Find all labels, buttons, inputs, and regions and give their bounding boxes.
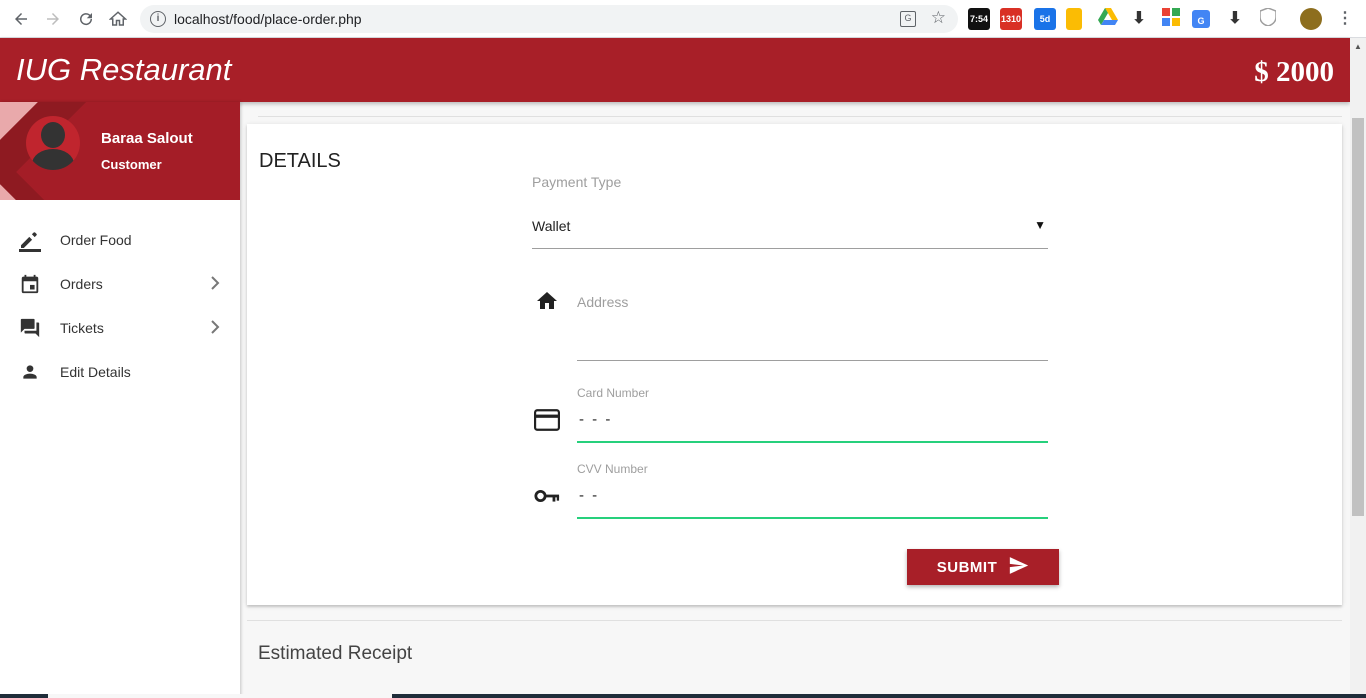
person-icon xyxy=(18,360,42,384)
sidebar-item-label: Orders xyxy=(60,276,103,292)
sidebar-item-tickets[interactable]: Tickets xyxy=(0,306,240,350)
send-icon xyxy=(1009,556,1029,578)
sidebar-item-label: Edit Details xyxy=(60,364,131,380)
sidebar-menu: Order Food Orders Tickets Edit Details xyxy=(0,218,240,394)
sidebar-item-label: Order Food xyxy=(60,232,132,248)
app-header: IUG Restaurant $ 2000 xyxy=(0,38,1350,102)
wallet-balance: $ 2000 xyxy=(1254,56,1334,88)
reload-icon[interactable] xyxy=(75,8,97,30)
avatar[interactable] xyxy=(26,116,80,170)
translate-icon[interactable]: G xyxy=(900,11,916,27)
payment-type-label: Payment Type xyxy=(532,174,622,190)
submit-button[interactable]: SUBMIT xyxy=(907,549,1059,585)
submit-label: SUBMIT xyxy=(936,558,998,576)
card-number-label: Card Number xyxy=(577,386,650,400)
payment-type-value: Wallet xyxy=(532,218,571,234)
address-label: Address xyxy=(577,294,629,310)
download-extension-icon[interactable]: ⬇ xyxy=(1128,8,1150,30)
details-title: DETAILS xyxy=(259,150,341,172)
keep-extension-icon[interactable] xyxy=(1066,8,1082,30)
chevron-right-icon xyxy=(210,276,220,293)
home-icon xyxy=(534,288,560,314)
sidebar: Baraa Salout Customer Order Food Orders … xyxy=(0,102,240,698)
translate-extension-icon[interactable]: G xyxy=(1192,10,1210,28)
sidebar-item-edit-details[interactable]: Edit Details xyxy=(0,350,240,394)
home-icon[interactable] xyxy=(107,8,129,30)
address-underline xyxy=(577,360,1048,361)
app-title[interactable]: IUG Restaurant xyxy=(16,52,231,88)
profile-avatar[interactable] xyxy=(1300,8,1322,30)
divider xyxy=(247,620,1342,621)
scrollbar-thumb[interactable] xyxy=(1352,118,1364,516)
forum-icon xyxy=(18,316,42,340)
chevron-right-icon xyxy=(210,320,220,337)
credit-card-icon xyxy=(534,407,560,433)
divider xyxy=(258,116,1342,117)
address-bar[interactable]: i localhost/food/place-order.php G ☆ xyxy=(140,5,958,33)
cvv-label: CVV Number xyxy=(577,462,648,476)
caret-down-icon: ▼ xyxy=(1034,218,1046,232)
calendar-extension-icon[interactable]: 5d xyxy=(1034,8,1056,30)
browser-toolbar: i localhost/food/place-order.php G ☆ 7:5… xyxy=(0,0,1366,38)
gmail-extension-icon[interactable]: 1310 xyxy=(1000,8,1022,30)
details-card: DETAILS Payment Type Wallet ▼ Address Ca… xyxy=(247,124,1342,605)
shield-extension-icon[interactable] xyxy=(1257,7,1279,30)
card-number-input[interactable]: - - - xyxy=(579,411,612,428)
drive-extension-icon[interactable] xyxy=(1097,8,1119,30)
user-name[interactable]: Baraa Salout xyxy=(101,130,193,147)
sidebar-item-orders[interactable]: Orders xyxy=(0,262,240,306)
sidebar-item-order-food[interactable]: Order Food xyxy=(0,218,240,262)
key-icon xyxy=(534,483,560,509)
taskbar-edge xyxy=(0,694,1366,698)
download2-extension-icon[interactable]: ⬇ xyxy=(1224,8,1246,30)
pencil-icon xyxy=(18,228,42,252)
info-icon[interactable]: i xyxy=(150,11,166,27)
card-number-underline xyxy=(577,441,1048,443)
back-icon[interactable] xyxy=(10,8,32,30)
url-text: localhost/food/place-order.php xyxy=(174,11,362,27)
cvv-underline xyxy=(577,517,1048,519)
clock-extension-icon[interactable]: 7:54 xyxy=(968,8,990,30)
scroll-up-icon[interactable]: ▲ xyxy=(1354,42,1362,51)
payment-type-select[interactable]: Wallet ▼ xyxy=(532,214,1048,249)
forward-icon[interactable] xyxy=(42,8,64,30)
bookmark-star-icon[interactable]: ☆ xyxy=(931,8,946,28)
calendar-icon xyxy=(18,272,42,296)
cvv-input[interactable]: - - xyxy=(579,487,599,504)
estimated-receipt-title: Estimated Receipt xyxy=(258,643,413,664)
scrollbar[interactable]: ▲ xyxy=(1350,38,1366,698)
more-menu-icon[interactable]: ⋮ xyxy=(1334,8,1356,30)
user-view: Baraa Salout Customer xyxy=(0,102,240,200)
colorpicker-extension-icon[interactable] xyxy=(1160,8,1182,30)
user-role: Customer xyxy=(101,157,162,172)
sidebar-item-label: Tickets xyxy=(60,320,104,336)
